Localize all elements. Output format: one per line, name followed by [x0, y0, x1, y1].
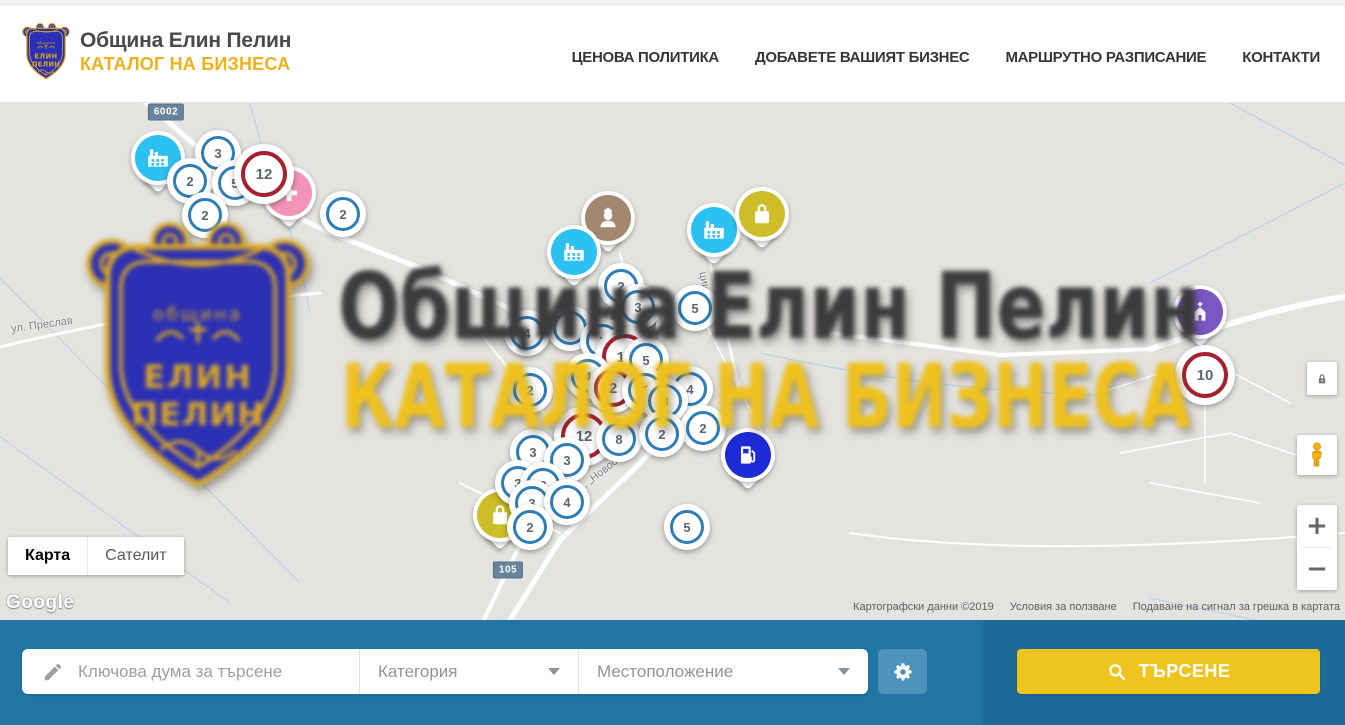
- fuel-marker[interactable]: [720, 428, 776, 502]
- search-icon: [1107, 662, 1127, 682]
- category-select-label: Категория: [378, 662, 457, 682]
- lock-button[interactable]: [1307, 362, 1337, 395]
- cluster-marker[interactable]: 2: [507, 504, 553, 550]
- zoom-out-button[interactable]: −: [1297, 548, 1337, 590]
- cluster-marker[interactable]: 5: [664, 504, 710, 550]
- zoom-in-button[interactable]: +: [1297, 505, 1337, 547]
- municipality-crest-icon: [22, 21, 70, 82]
- site-logo[interactable]: Община Елин Пелин КАТАЛОГ НА БИЗНЕСА: [22, 21, 291, 82]
- search-button-label: ТЪРСЕНЕ: [1139, 661, 1231, 682]
- main-nav: ЦЕНОВА ПОЛИТИКА ДОБАВЕТЕ ВАШИЯТ БИЗНЕС МАР…: [572, 6, 1320, 109]
- cluster-marker[interactable]: 5: [672, 285, 718, 331]
- google-logo[interactable]: Google: [6, 592, 74, 614]
- cluster-marker[interactable]: 2: [320, 191, 366, 237]
- map-attribution: Картографски данни ©2019 Условия за ползв…: [853, 601, 1340, 613]
- attribution-text: Картографски данни ©2019: [853, 601, 994, 613]
- attribution-link[interactable]: Условия за ползване: [1010, 601, 1117, 613]
- category-select[interactable]: Категория: [359, 649, 578, 694]
- lock-icon: [1315, 371, 1329, 387]
- map-type-satellite-button[interactable]: Сателит: [87, 537, 183, 575]
- markers-layer: 3251222235647135427248212823338342510: [0, 103, 1345, 620]
- location-select-label: Местоположение: [597, 662, 733, 682]
- page: Община Елин Пелин КАТАЛОГ НА БИЗНЕСА ЦЕН…: [0, 0, 1345, 725]
- cluster-marker[interactable]: 4: [504, 310, 550, 356]
- cluster-marker[interactable]: 10: [1175, 345, 1235, 405]
- keyword-input[interactable]: [78, 662, 359, 682]
- chevron-down-icon: [838, 668, 850, 675]
- nav-item[interactable]: ДОБАВЕТЕ ВАШИЯТ БИЗНЕС: [755, 49, 969, 66]
- search-button[interactable]: ТЪРСЕНЕ: [1017, 649, 1320, 694]
- gear-icon: [892, 661, 914, 683]
- nav-item[interactable]: КОНТАКТИ: [1242, 49, 1320, 66]
- nav-item[interactable]: МАРШРУТНО РАЗПИСАНИЕ: [1005, 49, 1206, 66]
- bag-marker[interactable]: [734, 187, 790, 261]
- keyword-field: [22, 649, 359, 694]
- map-type-control: Карта Сателит: [8, 537, 184, 575]
- search-bar: Категория Местоположение ТЪРСЕНЕ: [0, 620, 1345, 725]
- nav-item[interactable]: ЦЕНОВА ПОЛИТИКА: [572, 49, 719, 66]
- factory-marker[interactable]: [546, 225, 602, 299]
- cluster-marker[interactable]: 2: [680, 405, 726, 451]
- pegman-icon: [1305, 441, 1329, 469]
- cluster-marker[interactable]: 2: [507, 367, 553, 413]
- search-fields: Категория Местоположение: [22, 649, 868, 694]
- cluster-marker[interactable]: 3: [615, 284, 661, 330]
- attribution-link[interactable]: Подаване на сигнал за грешка в картата: [1133, 601, 1340, 613]
- advanced-settings-button[interactable]: [878, 649, 927, 694]
- location-select[interactable]: Местоположение: [578, 649, 868, 694]
- site-header: Община Елин Пелин КАТАЛОГ НА БИЗНЕСА ЦЕН…: [0, 0, 1345, 103]
- cluster-marker[interactable]: 12: [234, 144, 294, 204]
- zoom-control: + −: [1297, 505, 1337, 590]
- cluster-marker[interactable]: 2: [639, 411, 685, 457]
- site-subtitle: КАТАЛОГ НА БИЗНЕСА: [80, 54, 291, 75]
- street-view-pegman-button[interactable]: [1297, 435, 1337, 475]
- map-canvas[interactable]: 6002105ул. Преславбул. „Новоселции 32512…: [0, 103, 1345, 620]
- map-type-map-button[interactable]: Карта: [8, 537, 87, 575]
- pencil-icon: [42, 661, 64, 683]
- cluster-marker[interactable]: 2: [182, 192, 228, 238]
- cluster-marker[interactable]: 8: [596, 416, 642, 462]
- chevron-down-icon: [548, 668, 560, 675]
- site-title: Община Елин Пелин: [80, 29, 291, 53]
